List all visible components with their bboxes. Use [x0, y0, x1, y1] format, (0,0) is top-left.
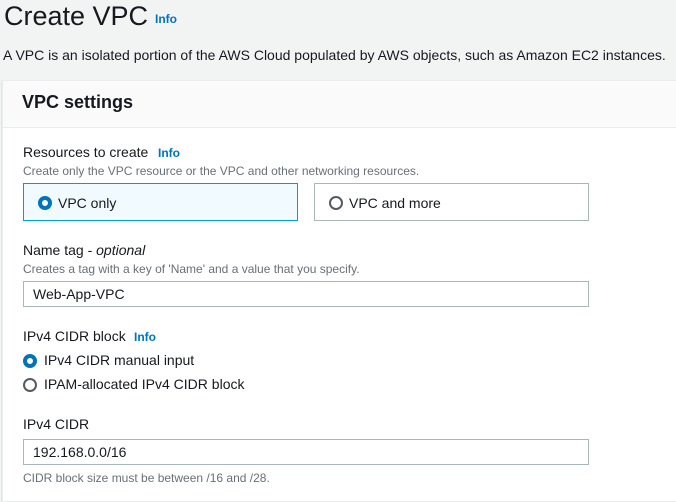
ipam-allocated-label: IPAM-allocated IPv4 CIDR block [44, 376, 245, 392]
vpc-and-more-radio[interactable] [329, 196, 343, 210]
name-tag-description: Creates a tag with a key of 'Name' and a… [23, 262, 360, 276]
ipv4-cidr-hint: CIDR block size must be between /16 and … [23, 471, 270, 485]
vpc-settings-panel: VPC settings Resources to create Info Cr… [2, 80, 676, 502]
name-tag-label: Name tag - optional [23, 242, 145, 258]
title-info-link[interactable]: Info [155, 12, 177, 26]
ipv4-block-info-link[interactable]: Info [134, 330, 156, 344]
page-title: Create VPC [4, 1, 149, 31]
ipam-allocated-radio[interactable] [23, 378, 37, 392]
tile-vpc-only[interactable]: VPC only [23, 183, 298, 221]
tile-vpc-and-more[interactable]: VPC and more [314, 183, 589, 221]
resources-description: Create only the VPC resource or the VPC … [23, 164, 420, 178]
name-tag-label-text: Name tag - [23, 242, 97, 258]
ipv4-manual-label: IPv4 CIDR manual input [44, 352, 195, 368]
vpc-and-more-label: VPC and more [349, 195, 441, 211]
page-description: A VPC is an isolated portion of the AWS … [3, 47, 666, 63]
panel-title: VPC settings [22, 92, 134, 112]
vpc-only-label: VPC only [58, 195, 117, 211]
name-tag-input[interactable]: Web-App-VPC [23, 281, 589, 307]
ipv4-cidr-input[interactable]: 192.168.0.0/16 [23, 439, 589, 465]
resources-label: Resources to create [23, 144, 148, 160]
panel-header: VPC settings [3, 81, 676, 128]
ipv4-manual-radio[interactable] [23, 354, 37, 368]
ipv4-block-label: IPv4 CIDR block [23, 328, 126, 344]
resources-info-link[interactable]: Info [158, 146, 180, 160]
resources-label-text: Resources to create [23, 144, 149, 160]
vpc-only-radio[interactable] [38, 196, 52, 210]
ipv4-cidr-label: IPv4 CIDR [23, 416, 90, 432]
name-tag-optional: optional [96, 242, 146, 258]
